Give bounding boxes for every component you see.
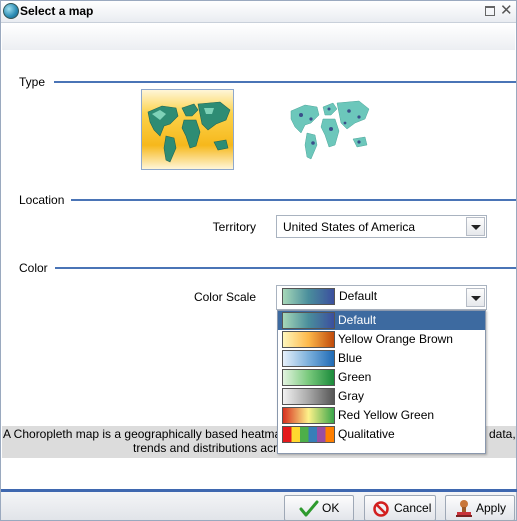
description-line-2: trends and distributions acro xyxy=(133,441,284,455)
header-band xyxy=(2,24,515,50)
bubble-map-option[interactable] xyxy=(289,97,371,163)
cancel-icon xyxy=(373,501,389,517)
territory-label: Territory xyxy=(212,220,256,234)
bubble-world-icon xyxy=(290,100,370,160)
cancel-button-label: Cancel xyxy=(394,501,432,515)
territory-dropdown-button[interactable] xyxy=(466,217,485,236)
dialog-window: Select a map ✕ Type Location Territory U… xyxy=(0,0,517,521)
color-scale-option[interactable]: Green xyxy=(278,368,485,387)
ok-button-label: OK xyxy=(322,501,340,515)
color-scale-option-swatch xyxy=(282,407,335,424)
color-scale-select[interactable]: Default xyxy=(276,285,487,310)
color-scale-option-swatch xyxy=(282,350,335,367)
territory-value: United States of America xyxy=(283,220,416,234)
color-scale-option-swatch xyxy=(282,331,335,348)
cancel-button[interactable]: Cancel xyxy=(364,495,436,521)
apply-button-label: Apply xyxy=(476,501,507,515)
color-scale-dropdown-button[interactable] xyxy=(466,288,485,307)
section-location-label: Location xyxy=(19,193,65,207)
section-color-divider xyxy=(55,267,516,269)
color-scale-option-label: Blue xyxy=(338,351,363,365)
choropleth-world-icon xyxy=(147,101,231,163)
globe-icon xyxy=(3,3,19,19)
color-scale-option[interactable]: Red Yellow Green xyxy=(278,406,485,425)
color-scale-option-label: Default xyxy=(338,313,377,327)
color-scale-value: Default xyxy=(339,289,378,303)
color-scale-option-label: Red Yellow Green xyxy=(338,408,435,422)
color-scale-option-swatch xyxy=(282,426,335,443)
color-scale-option[interactable]: Yellow Orange Brown xyxy=(278,330,485,349)
color-scale-option-swatch xyxy=(282,312,335,329)
color-scale-label: Color Scale xyxy=(193,290,256,304)
color-scale-option-label: Yellow Orange Brown xyxy=(338,332,453,346)
color-scale-swatch xyxy=(282,288,335,305)
description-line-1-left: A Choropleth map is a geographically bas… xyxy=(3,427,288,441)
color-scale-option-label: Green xyxy=(338,370,372,384)
color-scale-option[interactable]: Gray xyxy=(278,387,485,406)
maximize-button[interactable] xyxy=(485,6,495,16)
stamp-icon xyxy=(456,500,472,517)
color-scale-option[interactable]: Qualitative xyxy=(278,425,485,444)
territory-select[interactable]: United States of America xyxy=(276,215,487,238)
close-button[interactable]: ✕ xyxy=(500,2,513,20)
section-color-label: Color xyxy=(19,261,48,275)
color-scale-option-swatch xyxy=(282,369,335,386)
color-scale-option-swatch xyxy=(282,388,335,405)
section-location-divider xyxy=(71,199,516,201)
color-scale-option-label: Gray xyxy=(338,389,365,403)
color-scale-options-list[interactable]: Default Yellow Orange Brown Blue Green Gray R… xyxy=(277,310,486,454)
section-type-label: Type xyxy=(19,75,46,89)
section-type-divider xyxy=(54,81,516,83)
apply-button[interactable]: Apply xyxy=(445,495,515,521)
window-title: Select a map xyxy=(20,4,94,18)
color-scale-option[interactable]: Default xyxy=(278,311,485,330)
color-scale-option[interactable]: Blue xyxy=(278,349,485,368)
color-scale-option-label: Qualitative xyxy=(338,427,395,441)
ok-button[interactable]: OK xyxy=(284,495,354,521)
description-line-1-right: data, xyxy=(489,427,516,441)
button-bar xyxy=(1,492,516,520)
choropleth-map-option[interactable] xyxy=(141,89,234,170)
checkmark-icon xyxy=(299,500,319,517)
title-bar[interactable]: Select a map ✕ xyxy=(1,1,516,23)
